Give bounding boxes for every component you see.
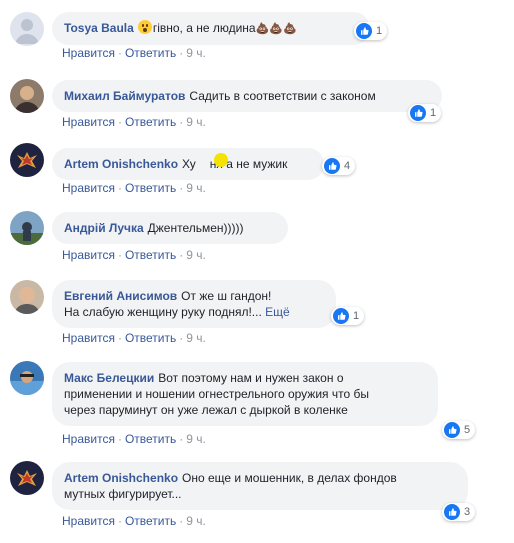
reply-link[interactable]: Ответить <box>125 514 176 528</box>
avatar[interactable] <box>10 143 44 177</box>
like-link[interactable]: Нравится <box>62 331 115 345</box>
comment-text-line: Оно еще и мошенник, в делах фондов <box>182 471 397 485</box>
comment-actions: Нравится · Ответить · 9 ч. <box>62 248 206 262</box>
comment-text-line: От же ш гандон! <box>181 289 272 303</box>
comment-text: Джентельмен))))) <box>147 221 244 235</box>
avatar[interactable] <box>10 461 44 495</box>
comment-text-line: Вот поэтому нам и нужен закон о <box>158 371 344 385</box>
like-link[interactable]: Нравится <box>62 514 115 528</box>
reply-link[interactable]: Ответить <box>125 248 176 262</box>
comment-author[interactable]: Макс Белецкии <box>64 371 154 385</box>
comment-bubble: Tosya Baula гівно, а не людина💩💩💩 <box>52 12 370 45</box>
comment-bubble: Макс Белецкии Вот поэтому нам и нужен зак… <box>52 362 438 426</box>
avatar[interactable] <box>10 12 44 46</box>
timestamp[interactable]: 9 ч. <box>186 432 206 446</box>
like-count-badge[interactable]: 5 <box>442 421 476 439</box>
like-link[interactable]: Нравится <box>62 115 115 129</box>
reply-link[interactable]: Ответить <box>125 115 176 129</box>
comment-text-line: применении и ношении огнестрельного оруж… <box>64 387 369 401</box>
comment-actions: Нравится · Ответить · 9 ч. <box>62 181 206 195</box>
comment-text-line: На слабую женщину руку поднял!... <box>64 305 262 319</box>
like-count-badge[interactable]: 3 <box>442 503 476 521</box>
timestamp[interactable]: 9 ч. <box>186 331 206 345</box>
like-count: 3 <box>464 506 471 518</box>
comment-actions: Нравится · Ответить · 9 ч. <box>62 331 206 345</box>
like-count-badge[interactable]: 1 <box>408 104 442 122</box>
face-screaming-icon <box>137 20 152 34</box>
thumbs-up-icon <box>356 23 372 39</box>
timestamp[interactable]: 9 ч. <box>186 514 206 528</box>
reply-link[interactable]: Ответить <box>125 432 176 446</box>
thumbs-up-icon <box>410 105 426 121</box>
comment-author[interactable]: Tosya Baula <box>64 21 134 35</box>
like-link[interactable]: Нравится <box>62 46 115 60</box>
reply-link[interactable]: Ответить <box>125 331 176 345</box>
comment-text: Ху ня а не мужик <box>182 157 288 171</box>
comment-text: Садить в соответствии с законом <box>189 89 376 103</box>
comment-author[interactable]: Михаил Баймуратов <box>64 89 185 103</box>
avatar[interactable] <box>10 79 44 113</box>
poop-emoji-icon: 💩💩💩 <box>255 23 297 35</box>
timestamp[interactable]: 9 ч. <box>186 181 206 195</box>
like-link[interactable]: Нравится <box>62 432 115 446</box>
like-count: 1 <box>430 107 437 119</box>
like-count: 1 <box>353 310 360 322</box>
see-more-link[interactable]: Ещё <box>265 305 290 319</box>
like-count-badge[interactable]: 4 <box>322 157 356 175</box>
comment-bubble: Евгений Анисимов От же ш гандон! На слабу… <box>52 280 336 328</box>
like-link[interactable]: Нравится <box>62 248 115 262</box>
like-count: 4 <box>344 160 351 172</box>
like-count-badge[interactable]: 1 <box>354 22 388 40</box>
avatar[interactable] <box>10 361 44 395</box>
comment-author[interactable]: Евгений Анисимов <box>64 289 177 303</box>
comment-bubble: Андрій Лучка Джентельмен))))) <box>52 212 288 244</box>
avatar[interactable] <box>10 280 44 314</box>
comment-author[interactable]: Artem Onishchenko <box>64 471 178 485</box>
reply-link[interactable]: Ответить <box>125 181 176 195</box>
comment-text: гівно, а не людина <box>152 21 256 35</box>
comment-author[interactable]: Artem Onishchenko <box>64 157 178 171</box>
like-count: 1 <box>376 25 383 37</box>
thumbs-up-icon <box>324 158 340 174</box>
comment-text-line: через паруминут он уже лежал с дыркой в … <box>64 403 348 417</box>
cursor-highlight <box>214 153 228 167</box>
like-count-badge[interactable]: 1 <box>331 307 365 325</box>
timestamp[interactable]: 9 ч. <box>186 248 206 262</box>
comment-bubble: Artem Onishchenko Ху ня а не мужик <box>52 148 324 180</box>
thumbs-up-icon <box>444 504 460 520</box>
timestamp[interactable]: 9 ч. <box>186 46 206 60</box>
avatar[interactable] <box>10 211 44 245</box>
thumbs-up-icon <box>333 308 349 324</box>
comment-actions: Нравится · Ответить · 9 ч. <box>62 115 206 129</box>
thumbs-up-icon <box>444 422 460 438</box>
comment-actions: Нравится · Ответить · 9 ч. <box>62 46 206 60</box>
comment-author[interactable]: Андрій Лучка <box>64 221 144 235</box>
comment-actions: Нравится · Ответить · 9 ч. <box>62 514 206 528</box>
reply-link[interactable]: Ответить <box>125 46 176 60</box>
like-link[interactable]: Нравится <box>62 181 115 195</box>
comment-bubble: Artem Onishchenko Оно еще и мошенник, в д… <box>52 462 468 510</box>
like-count: 5 <box>464 424 471 436</box>
timestamp[interactable]: 9 ч. <box>186 115 206 129</box>
comment-bubble: Михаил Баймуратов Садить в соответствии с… <box>52 80 442 112</box>
comment-actions: Нравится · Ответить · 9 ч. <box>62 432 206 446</box>
comment-text-line: мутных фигурирует... <box>64 487 182 501</box>
